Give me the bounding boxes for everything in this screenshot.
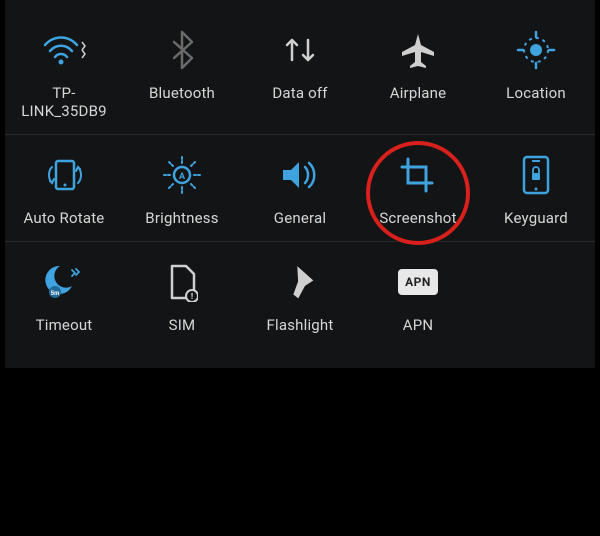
tile-sound-profile[interactable]: General	[241, 151, 359, 227]
location-icon	[512, 26, 560, 74]
airplane-icon	[394, 26, 442, 74]
tile-sim[interactable]: ! SIM	[123, 258, 241, 334]
tile-data[interactable]: Data off	[241, 26, 359, 120]
tile-flashlight[interactable]: Flashlight	[241, 258, 359, 334]
tile-label: APN	[403, 316, 434, 334]
tile-airplane[interactable]: Airplane	[359, 26, 477, 120]
apn-icon: APN	[394, 258, 442, 306]
tile-keyguard[interactable]: Keyguard	[477, 151, 595, 227]
tile-apn[interactable]: APN APN	[359, 258, 477, 334]
sim-icon: !	[158, 258, 206, 306]
tile-timeout[interactable]: 5m Timeout	[5, 258, 123, 334]
apn-badge-text: APN	[398, 269, 438, 295]
quick-settings-row: TP- LINK_35DB9 Bluetooth Data off	[5, 10, 595, 135]
sound-general-icon	[276, 151, 324, 199]
data-off-icon	[276, 26, 324, 74]
flashlight-icon	[276, 258, 324, 306]
tile-label: Keyguard	[504, 209, 568, 227]
tile-location[interactable]: Location	[477, 26, 595, 120]
tile-label: Airplane	[390, 84, 447, 102]
tile-label: Flashlight	[267, 316, 334, 334]
tile-label: Bluetooth	[149, 84, 215, 102]
svg-text:!: !	[191, 292, 193, 301]
quick-settings-row: Auto Rotate A	[5, 135, 595, 242]
keyguard-icon	[512, 151, 560, 199]
tile-auto-rotate[interactable]: Auto Rotate	[5, 151, 123, 227]
tile-label: Data off	[272, 84, 327, 102]
brightness-icon: A	[158, 151, 206, 199]
tile-brightness[interactable]: A Brightness	[123, 151, 241, 227]
tile-label: Brightness	[145, 209, 218, 227]
auto-rotate-icon	[40, 151, 88, 199]
tile-label: SIM	[169, 316, 196, 334]
tile-label: Timeout	[36, 316, 93, 334]
tile-label: General	[274, 209, 326, 227]
tile-label: Screenshot	[379, 209, 456, 227]
tile-label: TP- LINK_35DB9	[21, 84, 107, 120]
wifi-icon	[40, 26, 88, 74]
tile-label: Location	[506, 84, 566, 102]
svg-text:A: A	[179, 172, 186, 182]
tile-bluetooth[interactable]: Bluetooth	[123, 26, 241, 120]
quick-settings-row: 5m Timeout ! SIM Flashlight	[5, 242, 595, 348]
svg-text:5m: 5m	[51, 290, 60, 297]
timeout-icon: 5m	[40, 258, 88, 306]
quick-settings-panel: TP- LINK_35DB9 Bluetooth Data off	[5, 0, 595, 368]
bluetooth-icon	[158, 26, 206, 74]
tile-screenshot[interactable]: Screenshot	[359, 151, 477, 227]
tile-wifi[interactable]: TP- LINK_35DB9	[5, 26, 123, 120]
screenshot-icon	[394, 151, 442, 199]
tile-label: Auto Rotate	[24, 209, 105, 227]
